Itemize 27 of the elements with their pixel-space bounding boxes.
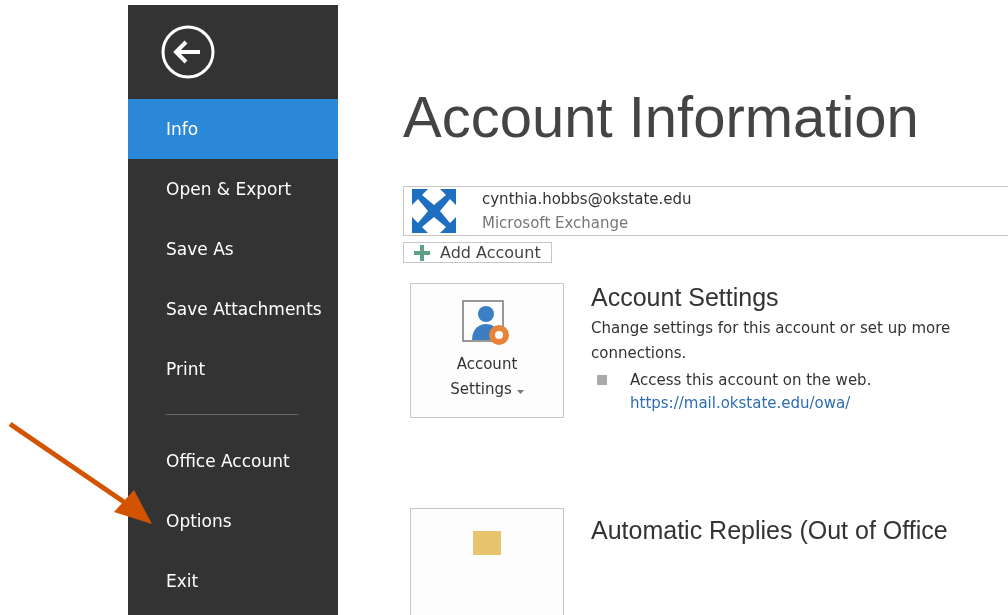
menu-item[interactable]: Exit xyxy=(128,551,338,611)
bullet-text: Access this account on the web. xyxy=(630,370,872,391)
automatic-replies-tile[interactable] xyxy=(410,508,564,615)
menu-item[interactable]: Office Account xyxy=(128,431,338,491)
account-settings-tile[interactable]: Account Settings xyxy=(410,283,564,418)
section-title: Automatic Replies (Out of Office xyxy=(591,516,948,545)
menu-item[interactable]: Print xyxy=(128,339,338,399)
caret-icon xyxy=(516,390,524,394)
section-title: Account Settings xyxy=(591,283,780,312)
menu-item[interactable]: Info xyxy=(128,99,338,159)
add-account-button[interactable]: Add Account xyxy=(403,242,552,263)
folder-icon xyxy=(473,531,501,555)
plus-icon xyxy=(414,244,430,261)
menu-item[interactable]: Options xyxy=(128,491,338,551)
exchange-icon xyxy=(410,187,458,235)
web-access-link[interactable]: https://mail.okstate.edu/owa/ xyxy=(630,394,1001,412)
account-settings-icon xyxy=(462,300,512,348)
account-card[interactable]: cynthia.hobbs@okstate.edu Microsoft Exchange xyxy=(403,186,1008,236)
back-icon[interactable] xyxy=(161,25,215,79)
page-title: Account Information xyxy=(403,88,920,146)
account-email: cynthia.hobbs@okstate.edu xyxy=(482,190,692,208)
menu-item[interactable]: Save As xyxy=(128,219,338,279)
section-description: Change settings for this account or set up more connections. xyxy=(591,318,952,364)
bullet-icon xyxy=(597,375,607,385)
account-type: Microsoft Exchange xyxy=(482,214,630,232)
menu-item[interactable]: Open & Export xyxy=(128,159,338,219)
menu-item[interactable]: Save Attachments xyxy=(128,279,338,339)
